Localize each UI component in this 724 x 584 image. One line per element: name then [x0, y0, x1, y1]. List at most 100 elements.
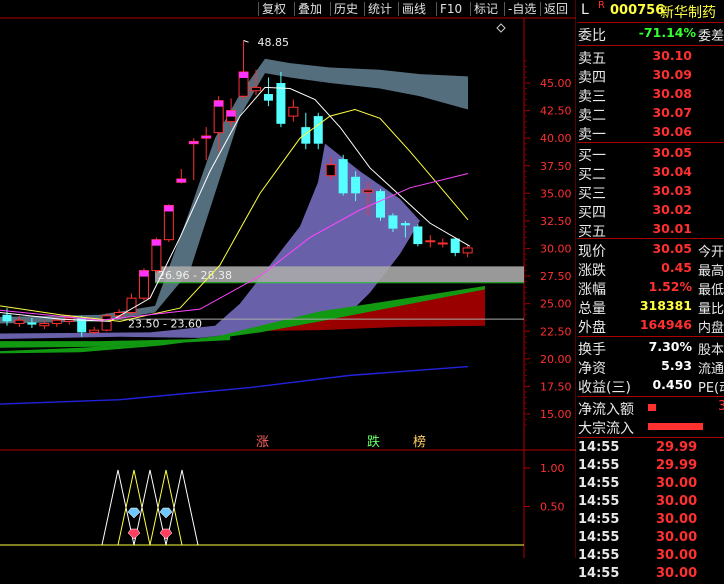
candle-highlight [164, 205, 174, 212]
price-axis-label: 40.00 [540, 132, 572, 145]
stat-row: 收益(三) 0.450 PE(动 [578, 377, 724, 396]
candle-body [14, 319, 25, 325]
candle-highlight [226, 110, 236, 117]
sell-price: 30.07 [652, 105, 692, 120]
quote-row: 涨幅 1.52% 最低 [578, 279, 724, 298]
candle-highlight [189, 141, 199, 144]
zone1-label: 26.96 - 28.38 [158, 269, 232, 282]
quote-extra: 内盘 [698, 321, 724, 336]
sell-label: 卖四 [578, 70, 606, 86]
sell-label: 卖二 [578, 108, 606, 124]
flow-row: 大宗流入 [578, 418, 724, 437]
quote-value: 0.45 [661, 260, 692, 275]
sell-price: 30.08 [652, 86, 692, 101]
buy-label: 买三 [578, 186, 606, 202]
sell-row: 卖二 30.07 [578, 105, 724, 124]
buy-label: 买一 [578, 148, 606, 164]
flow-label: 净流入额 [578, 402, 634, 418]
quote-extra: 量比 [698, 302, 724, 317]
sell-label: 卖一 [578, 127, 606, 143]
price-axis-label: 42.50 [540, 105, 572, 118]
candle-body [89, 329, 100, 333]
stock-header: L R 000756 新华制药 [578, 0, 724, 21]
tick-row: 14:55 29.99 [578, 440, 724, 458]
candle-body [27, 322, 37, 325]
tick-price: 30.00 [656, 512, 698, 527]
tick-price: 30.00 [656, 494, 698, 509]
indicator-axis-label: 0.50 [540, 501, 565, 514]
kline-chart[interactable]: 45.00 42.50 40.00 37.50 35.00 32.50 30.00 27.50… [0, 0, 576, 558]
sell-price: 30.10 [652, 48, 692, 63]
tick-row: 14:55 30.00 [578, 566, 724, 584]
candle-body [263, 94, 273, 101]
high-label: 48.85 [258, 36, 290, 49]
tick-time: 14:55 [578, 440, 620, 455]
tick-price: 30.00 [656, 566, 698, 581]
stat-row: 换手 7.30% 股本 [578, 339, 724, 358]
candle-body [101, 315, 112, 331]
candle-body [462, 247, 473, 254]
candle-body [413, 226, 423, 245]
candle-body [301, 127, 311, 144]
stat-value: 7.30% [648, 339, 692, 354]
divider [578, 437, 724, 438]
divider [578, 22, 724, 23]
divider [578, 238, 724, 239]
candle-body [388, 215, 398, 229]
signal-bang: 榜 [413, 434, 426, 450]
diamond-signal-icon [159, 528, 173, 540]
quote-label: 外盘 [578, 320, 606, 336]
candle-body [288, 106, 299, 117]
diamond-signal-icon [127, 507, 141, 519]
tick-row: 14:55 30.00 [578, 512, 724, 530]
candle-body [2, 314, 12, 322]
quote-value: 1.52% [648, 279, 692, 294]
flow-bar [648, 404, 656, 411]
stock-name: 新华制药 [660, 5, 716, 21]
weibi-extra: 委差 [698, 29, 724, 44]
sell-price: 30.09 [652, 67, 692, 82]
candle-body [363, 189, 374, 193]
signal-die: 跌 [367, 434, 380, 450]
price-axis-label: 22.50 [540, 325, 572, 338]
sell-row: 卖五 30.10 [578, 48, 724, 67]
price-axis-label: 20.00 [540, 353, 572, 366]
high-marker [243, 40, 249, 43]
tick-row: 14:55 30.00 [578, 530, 724, 548]
flow-label: 大宗流入 [578, 421, 634, 437]
buy-price: 30.01 [652, 221, 692, 236]
sell-label: 卖三 [578, 89, 606, 105]
quote-extra: 最低 [698, 283, 724, 298]
divider [578, 336, 724, 337]
tick-time: 14:55 [578, 458, 620, 473]
price-axis-label: 25.00 [540, 298, 572, 311]
sell-label: 卖五 [578, 51, 606, 67]
price-axis-label: 30.00 [540, 243, 572, 256]
buy-row: 买五 30.01 [578, 221, 724, 240]
candle-body [51, 319, 62, 325]
candle-body [351, 176, 361, 194]
stat-extra: 股本 [698, 343, 724, 358]
diamond-icon [496, 23, 506, 33]
stat-value: 5.93 [661, 358, 692, 373]
candle-body [425, 240, 436, 243]
buy-price: 30.02 [652, 202, 692, 217]
quote-row: 涨跌 0.45 最高 [578, 260, 724, 279]
candle-body [325, 164, 336, 177]
candle-body [338, 159, 348, 194]
tick-row: 14:55 29.99 [578, 458, 724, 476]
stat-label: 净资 [578, 361, 606, 377]
signal-zhang: 涨 [256, 435, 269, 450]
buy-price: 30.04 [652, 164, 692, 179]
tick-time: 14:55 [578, 548, 620, 563]
weibi-label: 委比 [578, 28, 606, 44]
sell-row: 卖三 30.08 [578, 86, 724, 105]
candle-highlight [239, 71, 249, 78]
tick-time: 14:55 [578, 476, 620, 491]
divider [578, 142, 724, 143]
weibi-row: 委比 -71.14% 委差 [578, 25, 724, 44]
quote-label: 总量 [578, 301, 606, 317]
quote-extra: 今开 [698, 245, 724, 260]
quote-label: 涨幅 [578, 282, 606, 298]
quote-label: 涨跌 [578, 263, 606, 279]
